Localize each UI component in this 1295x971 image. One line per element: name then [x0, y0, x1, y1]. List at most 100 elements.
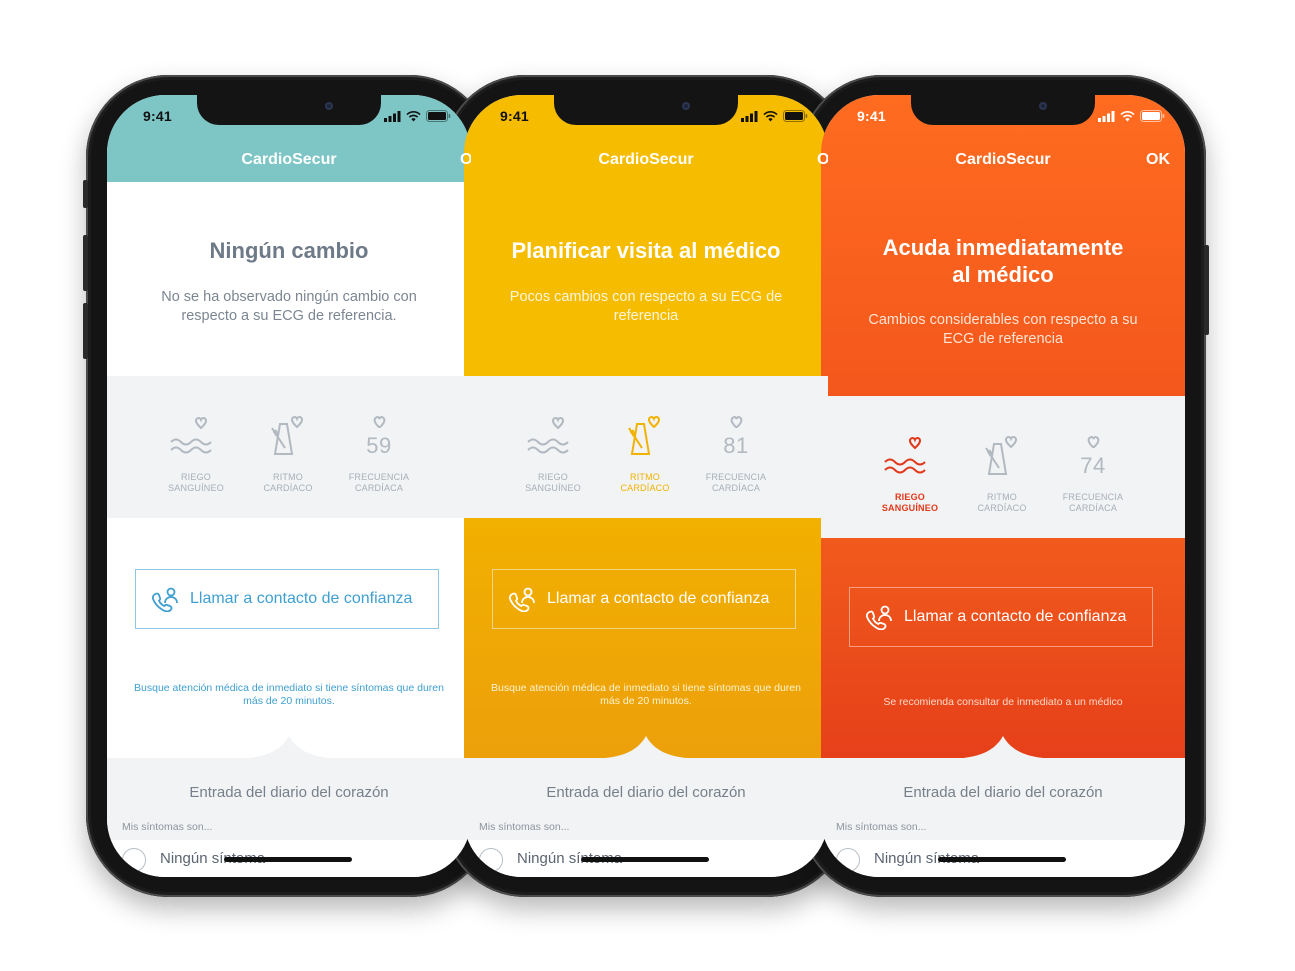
result-title: Acuda inmediatamente al médico [882, 235, 1124, 287]
heart-diary: Entrada del diario del corazón Mis sínto… [107, 758, 471, 840]
signal-icon [1098, 110, 1115, 122]
result-title: Planificar visita al médico [511, 238, 781, 263]
signal-icon [741, 110, 758, 122]
metric-blood-flow[interactable]: RIEGO SANGUÍNEO [146, 376, 246, 518]
screen: 9:41 CardioSecur OK Ningún cambio No se … [107, 95, 471, 877]
diary-hint: Mis síntomas son... [122, 821, 213, 833]
app-title: CardioSecur [598, 151, 694, 168]
call-button-label: Llamar a contacto de confianza [190, 590, 413, 607]
metric-blood-flow[interactable]: RIEGO SANGUÍNEO [503, 376, 603, 518]
call-trusted-contact-button[interactable]: Llamar a contacto de confianza [135, 569, 439, 629]
result-subtitle: No se ha observado ningún cambio con res… [161, 289, 417, 324]
blood-flow-icon [170, 416, 212, 454]
metric-heart-rate[interactable]: 59 FRECUENCIA CARDÍACA [329, 376, 429, 518]
metric-heart-rate[interactable]: 81 FRECUENCIA CARDÍACA [686, 376, 786, 518]
camera-icon [682, 102, 690, 110]
metric-heart-rhythm[interactable]: RITMO CARDÍACO [238, 376, 338, 518]
side-button [83, 235, 88, 291]
metrics-panel: RIEGO SANGUÍNEO RITMO CARDÍACO 81 FRECUENC… [464, 376, 828, 518]
screen: 9:41 CardioSecur OK Acuda inmediatamente… [821, 95, 1185, 877]
call-trusted-contact-button[interactable]: Llamar a contacto de confianza [849, 587, 1153, 647]
result-subtitle: Cambios considerables con respecto a su … [868, 312, 1138, 347]
metric-label: FRECUENCIA CARDÍACA [1062, 492, 1124, 513]
result-subtitle: Pocos cambios con respecto a su ECG de r… [509, 289, 783, 324]
diary-title: Entrada del diario del corazón [903, 784, 1103, 801]
diary-tab-notch [229, 736, 349, 760]
status-icons [384, 110, 451, 122]
result-title: Ningún cambio [209, 238, 369, 263]
metronome-icon [271, 415, 304, 455]
wifi-icon [406, 110, 421, 121]
call-button-label: Llamar a contacto de confianza [904, 608, 1127, 625]
metric-label: FRECUENCIA CARDÍACA [705, 472, 767, 493]
camera-icon [325, 102, 333, 110]
radio-button[interactable] [479, 848, 503, 872]
medical-note: Busque atención médica de inmediato si t… [134, 682, 444, 707]
metric-label: FRECUENCIA CARDÍACA [348, 472, 410, 493]
diary-tab-notch [586, 736, 706, 760]
battery-icon [783, 110, 808, 122]
camera-icon [1039, 102, 1047, 110]
diary-title: Entrada del diario del corazón [189, 784, 389, 801]
wifi-icon [1120, 110, 1135, 121]
status-time: 9:41 [143, 108, 172, 124]
radio-button[interactable] [836, 848, 860, 872]
call-button-label: Llamar a contacto de confianza [547, 590, 770, 607]
metric-label: RIEGO SANGUÍNEO [168, 472, 224, 493]
battery-icon [1140, 110, 1165, 122]
metric-label: RITMO CARDÍACO [620, 472, 670, 493]
home-indicator [224, 857, 352, 862]
side-button [1204, 245, 1209, 335]
ok-button[interactable]: OK [1146, 151, 1170, 169]
phone-mockup-1: 9:41 CardioSecur OK Ningún cambio No se … [83, 75, 492, 897]
metronome-icon [985, 435, 1018, 475]
phone-contact-icon [865, 605, 892, 630]
action-panel [464, 518, 828, 758]
header-band [464, 95, 828, 376]
side-button [83, 180, 88, 208]
phone-contact-icon [508, 587, 535, 612]
metric-label: RIEGO SANGUÍNEO [525, 472, 581, 493]
radio-button[interactable] [122, 848, 146, 872]
heart-icon [373, 416, 386, 428]
signal-icon [384, 110, 401, 122]
metric-label: RITMO CARDÍACO [977, 492, 1027, 513]
metrics-panel: RIEGO SANGUÍNEO RITMO CARDÍACO 74 FRECUENC… [821, 396, 1185, 538]
medical-note: Se recomienda consultar de inmediato a u… [883, 696, 1123, 708]
heart-diary: Entrada del diario del corazón Mis sínto… [821, 758, 1185, 840]
diary-title: Entrada del diario del corazón [546, 784, 746, 801]
screen: 9:41 CardioSecur OK Planificar visita al… [464, 95, 828, 877]
phone-mockup-3: 9:41 CardioSecur OK Acuda inmediatamente… [800, 75, 1209, 897]
call-trusted-contact-button[interactable]: Llamar a contacto de confianza [492, 569, 796, 629]
heart-rate-value: 59 [366, 433, 392, 458]
blood-flow-icon [884, 436, 926, 474]
status-time: 9:41 [500, 108, 529, 124]
notch [911, 95, 1095, 125]
heart-diary: Entrada del diario del corazón Mis sínto… [464, 758, 828, 840]
metric-label: RITMO CARDÍACO [263, 472, 313, 493]
metric-heart-rhythm[interactable]: RITMO CARDÍACO [595, 376, 695, 518]
metric-heart-rhythm[interactable]: RITMO CARDÍACO [952, 396, 1052, 538]
wifi-icon [763, 110, 778, 121]
app-title: CardioSecur [955, 151, 1051, 168]
metrics-panel: RIEGO SANGUÍNEO RITMO CARDÍACO 59 FRECUENC… [107, 376, 471, 518]
status-icons [1098, 110, 1165, 122]
notch [554, 95, 738, 125]
battery-icon [426, 110, 451, 122]
diary-hint: Mis síntomas son... [479, 821, 570, 833]
diary-hint: Mis síntomas son... [836, 821, 927, 833]
diary-tab-notch [943, 736, 1063, 760]
app-title: CardioSecur [241, 151, 337, 168]
phone-mockup-2: 9:41 CardioSecur OK Planificar visita al… [440, 75, 849, 897]
metric-heart-rate[interactable]: 74 FRECUENCIA CARDÍACA [1043, 396, 1143, 538]
metric-blood-flow[interactable]: RIEGO SANGUÍNEO [860, 396, 960, 538]
action-panel [107, 518, 471, 758]
blood-flow-icon [527, 416, 569, 454]
phone-contact-icon [151, 587, 178, 612]
metric-label: RIEGO SANGUÍNEO [881, 492, 939, 513]
heart-rate-value: 74 [1080, 453, 1106, 478]
metronome-icon [628, 415, 661, 455]
heart-icon [730, 416, 743, 428]
medical-note: Busque atención médica de inmediato si t… [491, 682, 801, 707]
home-indicator [938, 857, 1066, 862]
